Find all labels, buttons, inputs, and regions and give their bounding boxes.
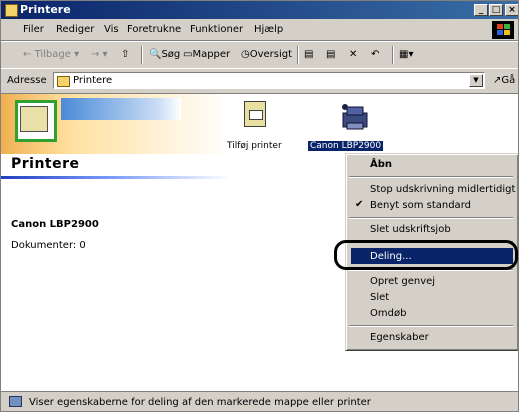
maximize-button[interactable]: □: [489, 4, 503, 16]
move-to-icon[interactable]: ▤: [304, 49, 313, 60]
sharing-icon: [9, 396, 22, 407]
toolbar: ← Tilbage ▾ → ▾ ⇧ 🔍Søg ▭Mapper ◷Oversigt…: [1, 41, 518, 69]
address-input[interactable]: Printere ▼: [53, 72, 485, 89]
menu-view[interactable]: Vis: [104, 24, 119, 35]
documents-count: Dokumenter: 0: [11, 240, 86, 251]
copy-to-icon[interactable]: ▤: [326, 49, 335, 60]
printer-folder-icon: [20, 106, 48, 132]
menu-file[interactable]: Filer: [23, 24, 44, 35]
search-button[interactable]: 🔍Søg: [149, 49, 180, 60]
undo-icon[interactable]: ↶: [371, 49, 379, 60]
go-button[interactable]: ↗Gå: [493, 75, 515, 86]
forward-button[interactable]: → ▾: [91, 49, 108, 60]
minimize-button[interactable]: _: [474, 4, 488, 16]
panel-title: Printere: [11, 156, 80, 172]
delete-icon[interactable]: ✕: [349, 49, 357, 60]
printer-folder-icon: [57, 76, 70, 87]
menu-item-rename[interactable]: Omdøb: [370, 308, 406, 319]
checkmark-icon: ✔: [355, 199, 364, 210]
chevron-down-icon[interactable]: ▼: [469, 74, 483, 87]
add-printer-icon[interactable]: [244, 101, 266, 127]
window-title: Printere: [20, 3, 71, 16]
back-button[interactable]: ← Tilbage ▾: [23, 49, 79, 60]
up-folder-icon[interactable]: ⇧: [121, 49, 129, 60]
menu-item-set-default[interactable]: Benyt som standard: [370, 200, 471, 211]
history-button[interactable]: ◷Oversigt: [241, 49, 292, 60]
callout-ring: [334, 240, 518, 270]
menu-edit[interactable]: Rediger: [56, 24, 94, 35]
printer-folder-icon: [5, 4, 18, 17]
add-printer-label[interactable]: Tilføj printer: [227, 141, 282, 151]
address-label: Adresse: [7, 75, 47, 86]
address-value: Printere: [73, 75, 113, 86]
close-button[interactable]: ×: [505, 4, 518, 16]
menu-help[interactable]: Hjælp: [254, 24, 283, 35]
explorer-window: Printere _ □ × Filer Rediger Vis Foretru…: [0, 0, 519, 412]
menu-item-create-shortcut[interactable]: Opret genvej: [370, 276, 435, 287]
menu-item-properties[interactable]: Egenskaber: [370, 332, 429, 343]
status-bar: Viser egenskaberne for deling af den mar…: [1, 391, 518, 411]
menu-item-open[interactable]: Åbn: [370, 159, 392, 170]
divider: [1, 176, 231, 179]
status-text: Viser egenskaberne for deling af den mar…: [29, 397, 371, 408]
title-bar[interactable]: Printere _ □ ×: [1, 1, 518, 19]
menu-bar: Filer Rediger Vis Foretrukne Funktioner …: [1, 19, 518, 41]
menu-tools[interactable]: Funktioner: [190, 24, 243, 35]
selected-printer-name: Canon LBP2900: [11, 219, 99, 230]
windows-logo-icon: [492, 21, 514, 39]
address-bar: Adresse Printere ▼ ↗Gå: [1, 68, 518, 93]
menu-item-cancel-documents[interactable]: Slet udskriftsjob: [370, 224, 451, 235]
canon-printer-label[interactable]: Canon LBP2900: [308, 141, 384, 151]
menu-favorites[interactable]: Foretrukne: [127, 24, 181, 35]
folder-banner: [1, 94, 231, 154]
menu-item-pause[interactable]: Stop udskrivning midlertidigt: [370, 184, 515, 195]
folders-button[interactable]: ▭Mapper: [183, 49, 230, 60]
printer-icon[interactable]: [339, 103, 371, 133]
views-icon[interactable]: ▦▾: [399, 49, 413, 60]
menu-item-delete[interactable]: Slet: [370, 292, 389, 303]
